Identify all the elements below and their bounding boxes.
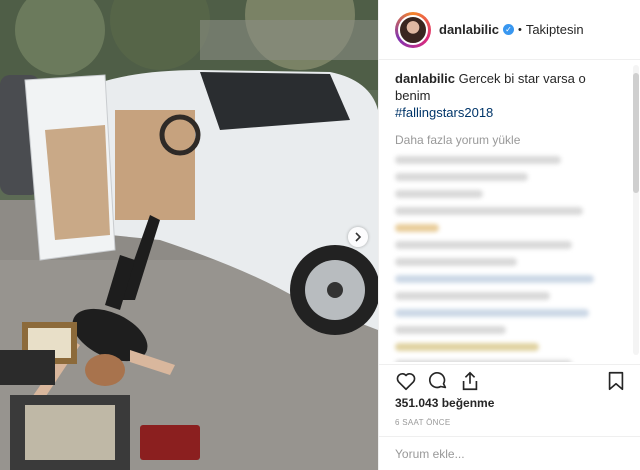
verified-badge-icon: ✓ (502, 24, 514, 35)
like-count[interactable]: 351.043 beğenme (395, 396, 494, 410)
action-bar (379, 364, 640, 394)
load-more-comments-button[interactable]: Daha fazla yorum yükle (395, 133, 616, 147)
blurred-comment (395, 156, 561, 164)
post-photo[interactable] (0, 0, 378, 470)
caption-username[interactable]: danlabilic (395, 71, 455, 86)
comment-input[interactable] (395, 446, 624, 461)
blurred-comment (395, 258, 517, 266)
hashtag-link[interactable]: #fallingstars2018 (395, 105, 493, 120)
blurred-comment (395, 326, 506, 334)
post-details-panel: danlabilic ✓ • Takiptesin danlabilic Ger… (378, 0, 640, 470)
share-icon[interactable] (459, 370, 481, 392)
avatar-story-ring[interactable] (395, 11, 431, 48)
separator-dot: • (517, 23, 522, 36)
heart-icon[interactable] (395, 370, 417, 392)
blurred-comment (395, 173, 528, 181)
post-timestamp[interactable]: 6 SAAT ÖNCE (395, 418, 450, 427)
bookmark-icon[interactable] (605, 370, 627, 392)
post-header: danlabilic ✓ • Takiptesin (379, 0, 640, 60)
comments-scrollbar[interactable] (633, 65, 639, 355)
blurred-comment (395, 207, 583, 215)
follow-status-button[interactable]: Takiptesin (526, 22, 584, 37)
blurred-comment (395, 360, 572, 362)
scrollbar-thumb[interactable] (633, 73, 639, 193)
blurred-comment (395, 224, 440, 232)
blurred-comment (395, 241, 572, 249)
avatar[interactable] (398, 14, 428, 45)
comment-bubble-icon[interactable] (427, 370, 449, 392)
caption: danlabilic Gercek bi star varsa o benim … (395, 70, 616, 121)
add-comment-bar (379, 436, 640, 470)
blurred-comment (395, 309, 590, 317)
blurred-comment (395, 190, 484, 198)
blurred-comment (395, 343, 539, 351)
chevron-right-icon (355, 232, 362, 242)
next-photo-button[interactable] (348, 227, 368, 247)
blurred-comment (395, 275, 594, 283)
blurred-comment (395, 292, 550, 300)
comments-section: danlabilic Gercek bi star varsa o benim … (379, 60, 632, 362)
username-link[interactable]: danlabilic (439, 22, 499, 37)
post-image (0, 0, 378, 470)
